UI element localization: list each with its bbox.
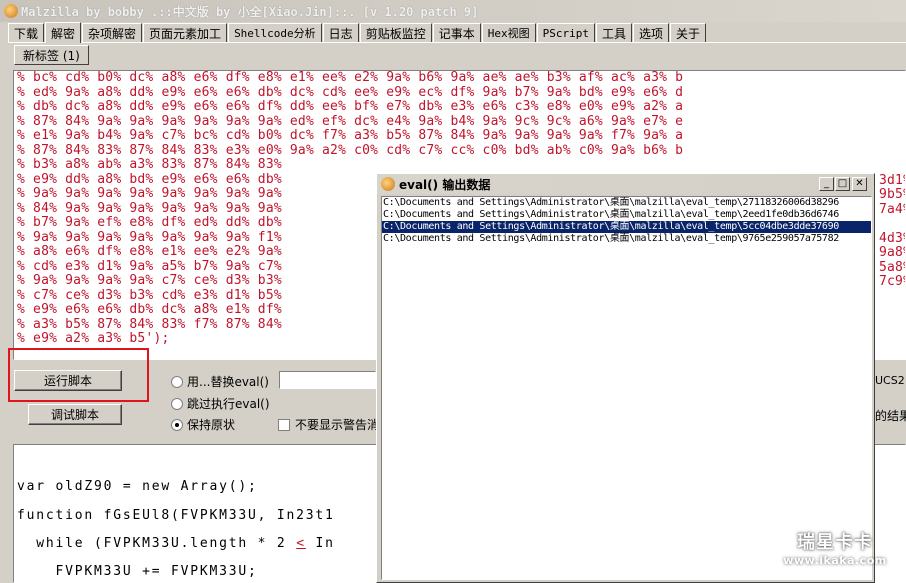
run-script-button[interactable]: 运行脚本 <box>14 370 122 391</box>
hex-line: % db% dc% a8% dd% e9% e6% e6% df% dd% ee… <box>17 99 684 114</box>
hex-line-fragment: 3d1% <box>879 172 905 188</box>
app-icon <box>4 4 18 18</box>
no-warning-checkbox[interactable]: 不要显示警告消 <box>278 416 379 433</box>
dialog-title-bar: eval() 输出数据 <box>377 174 874 194</box>
window-title: Malzilla by bobby .::中文版 by 小全[Xiao.Jin]… <box>21 4 479 19</box>
minimize-icon[interactable]: _ <box>819 177 834 191</box>
eval-output-item[interactable]: C:\Documents and Settings\Administrator\… <box>382 221 871 233</box>
replace-eval-label: 用...替换eval() <box>187 375 269 389</box>
close-icon[interactable]: ✕ <box>852 177 867 191</box>
skip-eval-label: 跳过执行eval() <box>187 397 270 411</box>
hex-line-fragment: 9a8% <box>879 245 905 260</box>
tab-6[interactable]: 剪贴板监控 <box>359 23 432 42</box>
hex-line-fragment: 7c9% <box>879 274 905 289</box>
hex-line-fragment: 5a8% <box>879 259 905 275</box>
checkbox-box <box>278 418 290 431</box>
tab-new-1[interactable]: 新标签 (1) <box>14 45 89 65</box>
replace-eval-radio[interactable]: 用...替换eval() <box>171 373 269 390</box>
debug-script-label: 调试脚本 <box>50 408 99 422</box>
eval-output-item[interactable]: C:\Documents and Settings\Administrator\… <box>382 197 871 209</box>
eval-output-item[interactable]: C:\Documents and Settings\Administrator\… <box>382 233 871 245</box>
ikaka-watermark: 瑞星卡卡 www.ikaka.com <box>772 528 898 576</box>
hex-line-fragment: 9b5% <box>879 187 905 202</box>
dialog-title: eval() 输出数据 <box>399 177 491 192</box>
tab-7[interactable]: 记事本 <box>432 23 481 42</box>
hex-line: % ed% 9a% a8% dd% e9% e6% e6% db% dc% cd… <box>17 84 684 100</box>
radio-circle-selected <box>171 418 183 431</box>
tab-11[interactable]: 选项 <box>632 23 669 42</box>
watermark-title: 瑞星卡卡 <box>797 532 873 553</box>
keep-original-label: 保持原状 <box>187 418 236 432</box>
title-bar: Malzilla by bobby .::中文版 by 小全[Xiao.Jin]… <box>0 0 906 22</box>
tab-5[interactable]: 日志 <box>322 23 359 42</box>
tab-9[interactable]: PScript <box>536 23 595 42</box>
radio-circle <box>171 375 183 388</box>
run-script-label: 运行脚本 <box>43 374 92 388</box>
hex-line: % 87% 84% 9a% 9a% 9a% 9a% 9a% 9a% ed% ef… <box>17 113 684 129</box>
dialog-app-icon <box>381 177 395 191</box>
malzilla-window: Malzilla by bobby .::中文版 by 小全[Xiao.Jin]… <box>0 0 906 583</box>
watermark-url: www.ikaka.com <box>783 554 887 567</box>
radio-circle <box>171 397 183 410</box>
tab-2[interactable]: 杂项解密 <box>82 23 143 42</box>
tab-0[interactable]: 下载 <box>8 23 45 42</box>
tab-10[interactable]: 工具 <box>595 23 632 42</box>
hex-line-fragment: 7a4% <box>879 201 905 217</box>
hex-line-fragment: 4d3% <box>879 230 905 246</box>
result-label: 的结果 <box>875 409 906 423</box>
subtab-bar: 新标签 (1) <box>8 42 906 66</box>
eval-output-item[interactable]: C:\Documents and Settings\Administrator\… <box>382 209 871 221</box>
eval-output-dialog: eval() 输出数据 _ □ ✕ C:\Documents and Setti… <box>376 173 875 583</box>
hex-line: % 87% 84% 83% 87% 84% 83% e3% e0% 9a% a2… <box>17 142 684 158</box>
tab-3[interactable]: 页面元素加工 <box>143 23 228 42</box>
hex-line: % bc% cd% b0% dc% a8% e6% df% e8% e1% ee… <box>17 70 684 85</box>
no-warning-label: 不要显示警告消 <box>295 418 380 432</box>
subtab-label: 新标签 (1) <box>23 48 80 63</box>
hex-line: % b3% a8% ab% a3% 83% 87% 84% 83% <box>17 157 282 172</box>
debug-script-button[interactable]: 调试脚本 <box>28 404 122 425</box>
tab-4[interactable]: Shellcode分析 <box>228 23 322 42</box>
tab-1[interactable]: 解密 <box>45 22 82 43</box>
hex-line: % e1% 9a% b4% 9a% c7% bc% cd% b0% dc% f7… <box>17 128 684 143</box>
replace-eval-input[interactable] <box>279 371 376 389</box>
tab-12[interactable]: 关于 <box>669 23 706 42</box>
tab-8[interactable]: Hex视图 <box>481 23 536 42</box>
eval-output-list[interactable]: C:\Documents and Settings\Administrator\… <box>381 196 872 580</box>
skip-eval-radio[interactable]: 跳过执行eval() <box>171 395 270 412</box>
keep-original-radio[interactable]: 保持原状 <box>171 416 235 433</box>
main-tab-strip: 下载 解密 杂项解密 页面元素加工 Shellcode分析 日志 剪贴板监控 记事本 Hex视图… <box>0 22 906 43</box>
ucs2-label: UCS2 <box>875 374 905 387</box>
maximize-icon[interactable]: □ <box>835 177 850 191</box>
